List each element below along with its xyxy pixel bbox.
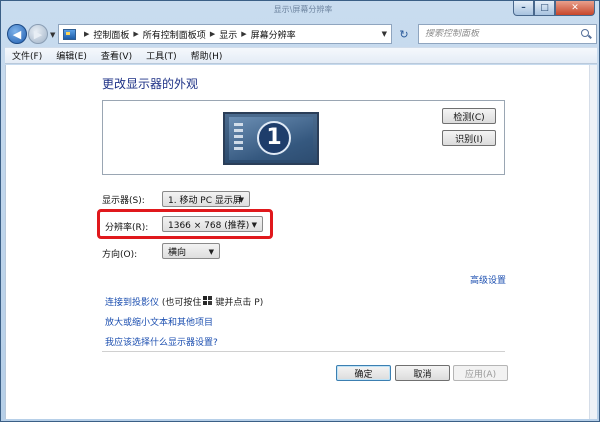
minimize-button[interactable]: – <box>513 1 534 16</box>
advanced-settings-link[interactable]: 高级设置 <box>470 273 506 286</box>
title-bar: 显示\屏幕分辨率 – □ ✕ <box>1 1 599 21</box>
orientation-select[interactable]: 横向 ▼ <box>162 243 220 259</box>
cancel-button[interactable]: 取消 <box>395 365 450 381</box>
breadcrumb-separator-icon[interactable]: ▶ <box>210 30 215 38</box>
monitor-number-badge: 1 <box>257 121 291 155</box>
chevron-down-icon: ▼ <box>238 196 244 204</box>
detect-button[interactable]: 检测(C) <box>442 108 496 124</box>
monitor-1-preview[interactable]: 1 <box>223 112 319 165</box>
control-panel-icon <box>63 28 76 40</box>
vertical-scrollbar[interactable] <box>589 65 597 419</box>
breadcrumb-separator-icon[interactable]: ▶ <box>241 30 246 38</box>
page-title: 更改显示器的外观 <box>102 77 199 91</box>
breadcrumb-display[interactable]: 显示 <box>219 28 237 41</box>
forward-arrow-icon: ▶ <box>33 27 43 41</box>
text-size-link[interactable]: 放大或缩小文本和其他项目 <box>105 315 213 328</box>
window-title: 显示\屏幕分辨率 <box>273 5 333 14</box>
display-select-value: 1. 移动 PC 显示屏 <box>168 195 242 206</box>
minimize-icon: – <box>521 3 526 13</box>
menu-tools[interactable]: 工具(T) <box>139 49 184 62</box>
refresh-icon: ↻ <box>399 27 409 41</box>
control-panel-window: 显示\屏幕分辨率 – □ ✕ ◀ ▶ ▼ ▶ 控制面板 ▶ 所有控制面板项 ▶ … <box>0 0 600 422</box>
recent-pages-dropdown-icon[interactable]: ▼ <box>50 31 55 39</box>
breadcrumb-separator-icon[interactable]: ▶ <box>84 30 89 38</box>
breadcrumb-separator-icon[interactable]: ▶ <box>133 30 138 38</box>
resolution-label: 分辨率(R): <box>105 223 149 233</box>
search-box[interactable] <box>418 24 597 44</box>
menu-file[interactable]: 文件(F) <box>5 49 49 62</box>
navigation-bar: ◀ ▶ ▼ ▶ 控制面板 ▶ 所有控制面板项 ▶ 显示 ▶ 屏幕分辨率 ▼ ↻ <box>5 22 597 46</box>
projector-line: 连接到投影仪 (也可按住 键并点击 P) <box>105 295 263 308</box>
refresh-button[interactable]: ↻ <box>394 24 414 44</box>
display-label: 显示器(S): <box>102 196 145 206</box>
maximize-icon: □ <box>540 3 549 13</box>
identify-button[interactable]: 识别(I) <box>442 130 496 146</box>
breadcrumb-screen-resolution[interactable]: 屏幕分辨率 <box>251 28 296 41</box>
chevron-down-icon: ▼ <box>208 248 214 256</box>
projector-link[interactable]: 连接到投影仪 <box>105 298 159 308</box>
projector-hint-prefix: (也可按住 <box>161 298 202 308</box>
menu-bar: 文件(F) 编辑(E) 查看(V) 工具(T) 帮助(H) <box>5 47 597 64</box>
maximize-button[interactable]: □ <box>534 1 555 16</box>
back-button[interactable]: ◀ <box>7 24 27 44</box>
close-button[interactable]: ✕ <box>555 1 595 16</box>
breadcrumb-control-panel[interactable]: 控制面板 <box>93 28 129 41</box>
menu-help[interactable]: 帮助(H) <box>184 49 230 62</box>
address-history-dropdown-icon[interactable]: ▼ <box>382 30 387 38</box>
caption-buttons: – □ ✕ <box>513 1 595 16</box>
windows-key-icon <box>203 296 214 306</box>
orientation-label: 方向(O): <box>102 250 138 260</box>
resolution-select-value: 1366 × 768 (推荐) <box>168 220 250 231</box>
forward-button[interactable]: ▶ <box>28 24 48 44</box>
close-icon: ✕ <box>571 3 579 13</box>
back-arrow-icon: ◀ <box>12 27 22 41</box>
projector-hint-suffix: 键并点击 P) <box>215 298 264 308</box>
search-input[interactable] <box>425 29 575 39</box>
breadcrumb-all-items[interactable]: 所有控制面板项 <box>143 28 206 41</box>
menu-edit[interactable]: 编辑(E) <box>49 49 94 62</box>
address-bar[interactable]: ▶ 控制面板 ▶ 所有控制面板项 ▶ 显示 ▶ 屏幕分辨率 ▼ <box>58 24 392 44</box>
display-select[interactable]: 1. 移动 PC 显示屏 ▼ <box>162 191 250 207</box>
footer-divider <box>102 351 505 352</box>
chevron-down-icon: ▼ <box>251 221 257 229</box>
ok-button[interactable]: 确定 <box>336 365 391 381</box>
resolution-select[interactable]: 1366 × 768 (推荐) ▼ <box>162 216 263 232</box>
display-settings-help-link[interactable]: 我应该选择什么显示器设置? <box>105 335 218 348</box>
search-icon[interactable] <box>581 28 592 40</box>
monitor-screen: 1 <box>229 117 313 160</box>
desktop-icons <box>234 123 245 161</box>
orientation-select-value: 横向 <box>168 247 187 258</box>
apply-button: 应用(A) <box>453 365 508 381</box>
menu-view[interactable]: 查看(V) <box>94 49 139 62</box>
